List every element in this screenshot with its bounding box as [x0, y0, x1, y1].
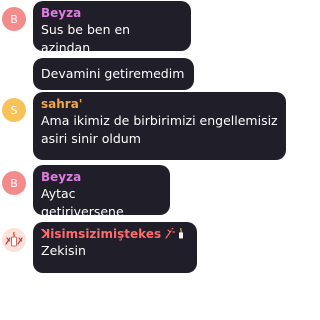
message-text: Aytac getiriversene: [41, 186, 124, 219]
message-author[interactable]: sahra': [41, 97, 278, 112]
message-bubble[interactable]: Beyza Sus be ben en azindan: [33, 1, 191, 55]
avatar[interactable]: S: [2, 98, 26, 122]
avatar-letter: S: [10, 103, 18, 117]
candle-icon: [179, 227, 184, 239]
message-bubble[interactable]: ꓘisimsizimiştekes Zekisin: [33, 222, 197, 273]
profile-image-icon: [2, 228, 26, 252]
message-author[interactable]: Beyza: [41, 6, 183, 21]
chat-messages: B Beyza Sus be ben en azindan Devamini g…: [0, 0, 289, 320]
avatar-letter: B: [10, 176, 18, 190]
avatar[interactable]: B: [2, 7, 26, 31]
message-bubble[interactable]: Beyza Aytac getiriversene: [33, 165, 170, 219]
author-suffix: [165, 227, 185, 242]
message-text: Devamini getiremedim: [41, 66, 185, 81]
message-text: Ama ikimiz de birbirimizi engellemisiz a…: [41, 113, 278, 146]
message-author[interactable]: Beyza: [41, 170, 162, 185]
author-name: ꓘisimsizimiştekes: [41, 227, 162, 241]
message-bubble[interactable]: sahra' Ama ikimiz de birbirimizi engelle…: [33, 92, 286, 160]
avatar[interactable]: [2, 228, 26, 252]
message-author[interactable]: ꓘisimsizimiştekes: [41, 227, 189, 242]
wand-icon: [165, 227, 176, 239]
avatar[interactable]: B: [2, 171, 26, 195]
avatar-letter: B: [10, 12, 18, 26]
message-text: Sus be ben en azindan: [41, 22, 131, 55]
message-text: Zekisin: [41, 243, 86, 258]
message-bubble[interactable]: Devamini getiremedim: [33, 58, 194, 90]
